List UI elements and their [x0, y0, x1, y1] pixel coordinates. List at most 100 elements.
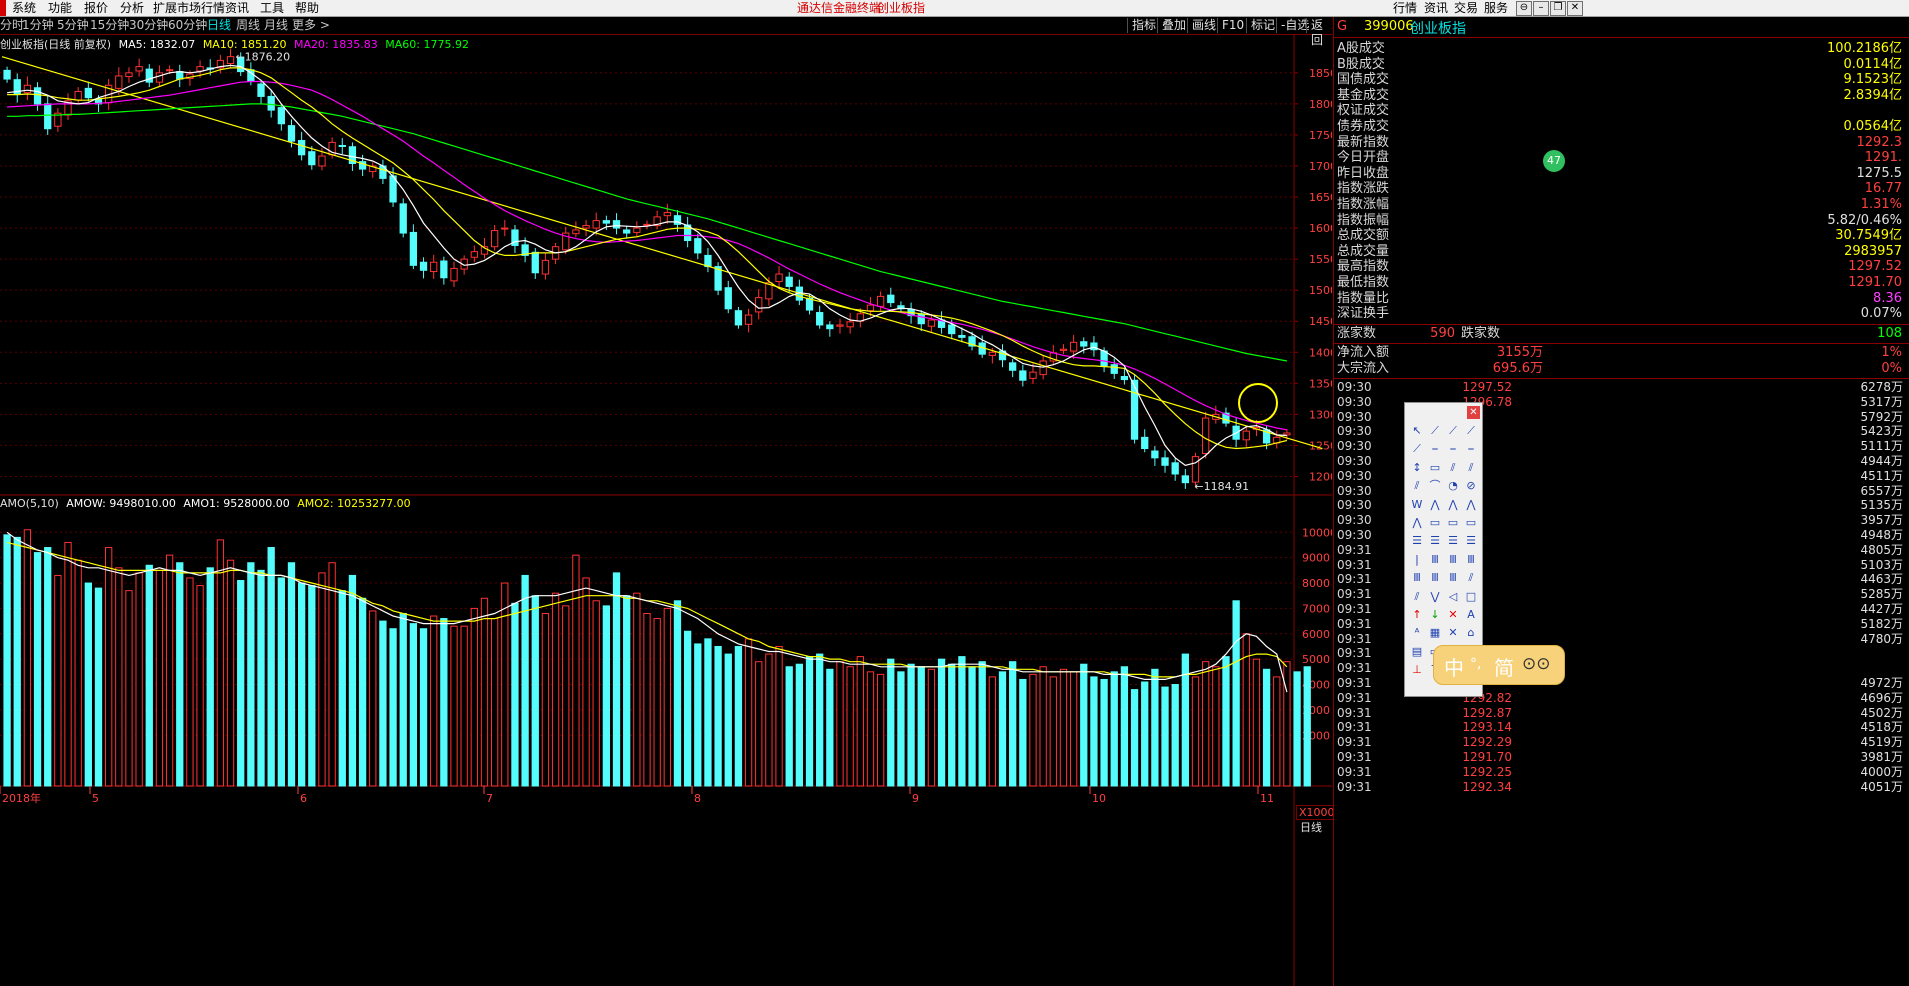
stat-value: 2983957 [1844, 243, 1902, 259]
ime-punct-icon[interactable]: °, [1470, 656, 1481, 672]
news-button[interactable]: 资讯 [1424, 0, 1448, 16]
draw-tool-hseg-icon[interactable]: ⎯ [1445, 441, 1461, 457]
menu-item-extended-market[interactable]: 扩展市场行情 [153, 0, 225, 16]
draw-tool-home-icon[interactable]: ⌂ [1463, 625, 1479, 641]
draw-tool-clear-icon[interactable]: ✕ [1445, 625, 1461, 641]
draw-tool-ray-icon[interactable]: ⟋ [1445, 423, 1461, 439]
menu-item-function[interactable]: 功能 [48, 0, 72, 16]
period-tab-1min[interactable]: 1分钟 [22, 17, 54, 34]
restore-icon[interactable]: ❐ [1550, 1, 1566, 16]
menu-item-analysis[interactable]: 分析 [120, 0, 144, 16]
ime-lang[interactable]: 中 [1444, 652, 1464, 681]
draw-tool-wave-b-icon[interactable]: ⋀ [1427, 497, 1443, 513]
draw-tool-up-mark-icon[interactable]: ⊥ [1409, 662, 1425, 678]
period-tab-more[interactable]: 更多 > [292, 17, 330, 34]
minimize-icon[interactable]: – [1533, 1, 1549, 16]
overlay-button[interactable]: 叠加 [1157, 18, 1190, 33]
draw-tool-wave-e-icon[interactable]: ⋀ [1409, 515, 1425, 531]
chart-area[interactable]: 1850 1800 1750 1700 1650 1600 1550 1500 1450 1400… [0, 34, 1338, 986]
period-tab-5min[interactable]: 5分钟 [57, 17, 89, 34]
draw-tool-channel-a-icon[interactable]: ⫽ [1445, 460, 1461, 476]
draw-tool-rectangle-icon[interactable]: □ [1463, 589, 1479, 605]
draw-tool-arc-icon[interactable]: ⌒ [1427, 478, 1443, 494]
menu-item-quote[interactable]: 报价 [84, 0, 108, 16]
draw-tool-hray-icon[interactable]: ⎯ [1463, 441, 1479, 457]
draw-tool-wave-d-icon[interactable]: ⋀ [1463, 497, 1479, 513]
stat-row: 总成交量 2983957 [1337, 244, 1902, 260]
draw-tool-box-c-icon[interactable]: ▭ [1463, 515, 1479, 531]
draw-tool-fib-b-icon[interactable]: ☰ [1427, 533, 1443, 549]
tick-volume: 4511万 [1860, 468, 1903, 483]
draw-tool-parallel-icon[interactable]: ⟋ [1409, 441, 1425, 457]
draw-tool-wave-c-icon[interactable]: ⋀ [1445, 497, 1461, 513]
draw-tool-triangle-icon[interactable]: ◁ [1445, 589, 1461, 605]
period-tab-30min[interactable]: 30分钟 [129, 17, 168, 34]
draw-tool-note-a-icon[interactable]: ▤ [1409, 644, 1425, 660]
draw-tool-hline-icon[interactable]: ⎯ [1427, 441, 1443, 457]
amo-bar [1283, 661, 1291, 787]
draw-line-button[interactable]: 画线 [1187, 18, 1220, 33]
f10-button[interactable]: F10 [1217, 18, 1248, 33]
back-button[interactable]: 返回 [1306, 18, 1332, 47]
period-tab-15min[interactable]: 15分钟 [90, 17, 129, 34]
menu-item-news[interactable]: 资讯 [225, 0, 249, 16]
mark-button[interactable]: 标记 [1246, 18, 1279, 33]
draw-tool-grid-a-icon[interactable]: Ⅲ [1427, 552, 1443, 568]
draw-tool-text-icon[interactable]: A [1463, 607, 1479, 623]
draw-tool-line-icon[interactable]: ⟋ [1427, 423, 1443, 439]
menu-item-tools[interactable]: 工具 [260, 0, 284, 16]
draw-tool-fib-d-icon[interactable]: ☰ [1463, 533, 1479, 549]
ime-toolbar[interactable]: 中 °, 简 ⊙⊙ [1433, 645, 1565, 685]
draw-tool-vline-icon[interactable]: ↕ [1409, 460, 1425, 476]
draw-tool-gann-a-icon[interactable]: ⫽ [1463, 570, 1479, 586]
service-button[interactable]: 服务 [1484, 0, 1508, 16]
draw-tool-fib-a-icon[interactable]: ☰ [1409, 533, 1425, 549]
draw-tool-up-arrow-icon[interactable]: ↑ [1409, 607, 1425, 623]
draw-tool-down-arrow-icon[interactable]: ↓ [1427, 607, 1443, 623]
amo-bar [1080, 663, 1088, 787]
period-tab-monthly[interactable]: 月线 [264, 17, 288, 34]
draw-tool-box-a-icon[interactable]: ▭ [1427, 515, 1443, 531]
draw-tool-fib-c-icon[interactable]: ☰ [1445, 533, 1461, 549]
ime-mode[interactable]: 简 [1494, 652, 1514, 681]
amo-tick-label: 5000 [1302, 653, 1330, 666]
stat-row: 基金成交 2.8394亿 [1337, 88, 1902, 104]
draw-tool-grid-e-icon[interactable]: Ⅲ [1427, 570, 1443, 586]
draw-tool-circle-a-icon[interactable]: ◔ [1445, 478, 1461, 494]
menu-item-system[interactable]: 系统 [12, 0, 36, 16]
draw-tool-pointer-icon[interactable]: ↖ [1409, 423, 1425, 439]
draw-tool-grid-c-icon[interactable]: Ⅲ [1463, 552, 1479, 568]
draw-tool-price-label-icon[interactable]: ▭ [1427, 460, 1443, 476]
indicator-button[interactable]: 指标 [1127, 18, 1160, 33]
draw-tool-grid-d-icon[interactable]: Ⅲ [1409, 570, 1425, 586]
window-menu-icon[interactable]: ⊖ [1516, 1, 1532, 16]
draw-tool-segment-icon[interactable]: ⟋ [1463, 423, 1479, 439]
period-tab-weekly[interactable]: 周线 [236, 17, 260, 34]
draw-tool-gann-b-icon[interactable]: ⫽ [1409, 589, 1425, 605]
menu-item-help[interactable]: 帮助 [295, 0, 319, 16]
draw-tool-channel-c-icon[interactable]: ⫽ [1409, 478, 1425, 494]
trade-button[interactable]: 交易 [1454, 0, 1478, 16]
draw-tool-arrow-down-v-icon[interactable]: ⋁ [1427, 589, 1443, 605]
close-icon[interactable]: ✕ [1567, 1, 1583, 16]
candle-body [257, 83, 265, 97]
chart-svg[interactable]: 1850 1800 1750 1700 1650 1600 1550 1500 1450 1400… [0, 34, 1332, 986]
market-button[interactable]: 行情 [1393, 0, 1417, 16]
draw-tool-cycle-icon[interactable]: | [1409, 552, 1425, 568]
palette-close-icon[interactable]: ✕ [1467, 406, 1480, 419]
draw-tool-grid-b-icon[interactable]: Ⅲ [1445, 552, 1461, 568]
period-tab-daily[interactable]: 日线 [207, 17, 231, 34]
draw-tool-wave-icon[interactable]: W [1409, 497, 1425, 513]
period-tab-intraday[interactable]: 分时 [0, 17, 24, 34]
draw-tool-circle-b-icon[interactable]: ⊘ [1463, 478, 1479, 494]
ime-mascot-icon[interactable]: ⊙⊙ [1522, 654, 1551, 674]
period-tab-60min[interactable]: 60分钟 [168, 17, 207, 34]
draw-tool-fill-icon[interactable]: ▦ [1427, 625, 1443, 641]
notification-badge[interactable]: 47 [1543, 150, 1565, 172]
app-icon[interactable] [0, 0, 6, 16]
draw-tool-grid-f-icon[interactable]: Ⅲ [1445, 570, 1461, 586]
draw-tool-delete-icon[interactable]: ✕ [1445, 607, 1461, 623]
draw-tool-channel-b-icon[interactable]: ⫽ [1463, 460, 1479, 476]
draw-tool-text-b-icon[interactable]: ᴬ [1409, 625, 1425, 641]
draw-tool-box-b-icon[interactable]: ▭ [1445, 515, 1461, 531]
